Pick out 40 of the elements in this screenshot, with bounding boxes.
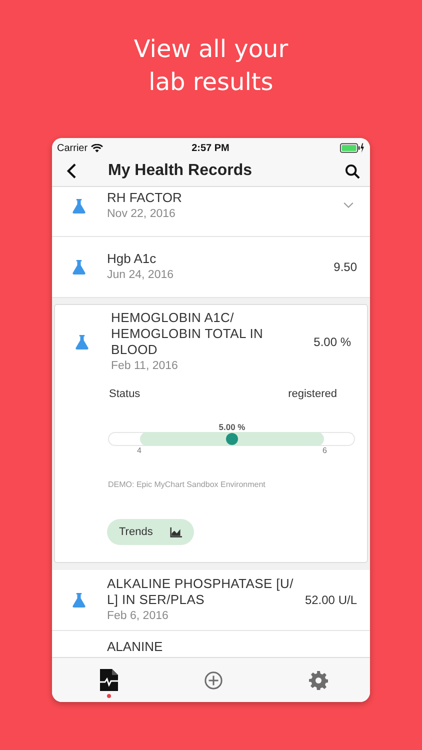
- source-note: DEMO: Epic MyChart Sandbox Environment: [107, 479, 266, 489]
- add-icon: [204, 670, 223, 690]
- battery-icon: [340, 143, 364, 153]
- health-record-icon: [100, 668, 118, 690]
- flask-icon: [72, 592, 88, 608]
- trends-button[interactable]: Trends: [107, 519, 194, 545]
- screen-title: My Health Records: [108, 162, 254, 180]
- flask-icon: [72, 259, 88, 275]
- status-label: Status: [109, 388, 140, 400]
- flask-icon: [72, 198, 88, 214]
- chart-icon: [170, 526, 182, 538]
- result-date: Feb 11, 2016: [111, 359, 179, 374]
- status-value: registered: [288, 388, 337, 400]
- search-icon: [345, 164, 360, 178]
- headline: lab results: [148, 67, 274, 98]
- wifi-icon: [90, 144, 103, 152]
- result-date: Jun 24, 2016: [107, 268, 175, 283]
- result-value: 5.00 %: [314, 335, 352, 349]
- result-date: Nov 22, 2016: [107, 206, 176, 222]
- result-name: HEMOGLOBIN A1C/ HEMOGLOBIN TOTAL IN BLOOD: [111, 310, 264, 358]
- range-high: 6: [322, 446, 327, 457]
- result-name: ALKALINE PHOSPHATASE [U/ L] IN SER/PLAS: [107, 576, 294, 608]
- range-low: 4: [137, 446, 142, 457]
- headline: View all your: [134, 34, 288, 65]
- result-value: 9.50: [334, 260, 357, 274]
- carrier-label: Carrier: [57, 142, 88, 154]
- settings-icon: [309, 670, 328, 690]
- result-date: Feb 6, 2016: [107, 609, 170, 624]
- result-row[interactable]: RH FACTOR Nov 22, 2016: [52, 187, 370, 237]
- clock: 2:57 PM: [192, 142, 230, 154]
- result-name: RH FACTOR: [107, 190, 183, 206]
- flask-icon: [75, 334, 91, 350]
- chevron-icon[interactable]: [343, 202, 354, 209]
- result-name: Hgb A1c: [107, 251, 158, 267]
- result-row[interactable]: ALKALINE PHOSPHATASE [U/ L] IN SER/PLAS Feb 6, 2016 52.00 U/L: [52, 570, 370, 631]
- range-reading: 5.00 %: [218, 422, 246, 432]
- back-icon: [66, 163, 77, 179]
- result-name: ALANINE: [107, 639, 164, 655]
- result-value: 52.00 U/L: [304, 593, 357, 607]
- active-dot: [107, 694, 111, 698]
